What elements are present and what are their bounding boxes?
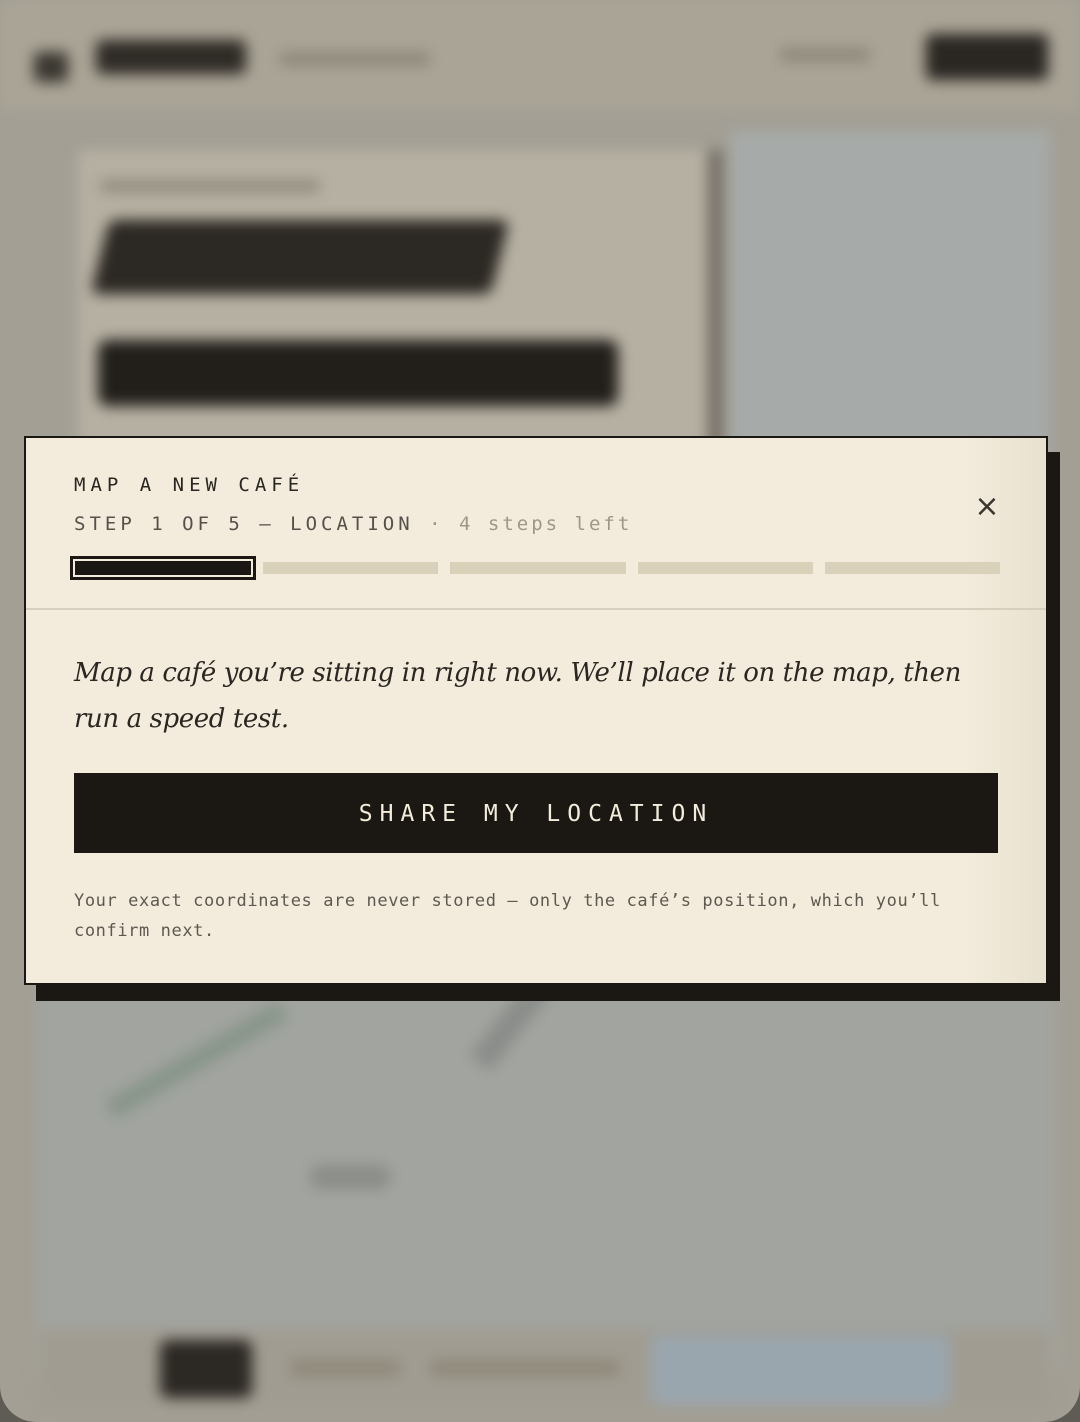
background-bottom-button — [160, 1340, 252, 1398]
background-hero-subtitle — [100, 180, 320, 192]
progress-segment-5 — [825, 562, 1000, 574]
step-label: STEP 1 OF 5 — LOCATION — [74, 513, 414, 535]
progress-segment-1 — [70, 556, 256, 580]
background-logo-wordmark — [96, 40, 246, 74]
background-map-label — [310, 1165, 390, 1189]
step-progress-bar — [70, 556, 1000, 580]
background-bottom-panel — [650, 1335, 950, 1405]
close-icon[interactable]: × — [972, 490, 1002, 524]
background-bottom-label — [290, 1360, 400, 1376]
share-location-button[interactable]: SHARE MY LOCATION — [74, 773, 998, 853]
background-search-bar — [98, 340, 618, 406]
modal-header: MAP A NEW CAFÉ STEP 1 OF 5 — LOCATION · … — [26, 438, 1046, 610]
progress-segment-3 — [450, 562, 626, 574]
background-bottom-label — [430, 1360, 620, 1376]
background-nav-button — [926, 34, 1048, 80]
modal-lead-text: Map a café you’re sitting in right now. … — [74, 658, 961, 734]
page: MAP A NEW CAFÉ STEP 1 OF 5 — LOCATION · … — [0, 0, 1080, 1422]
steps-remaining: 4 steps left — [459, 513, 633, 535]
step-separator: · — [429, 513, 444, 535]
background-nav-link — [780, 48, 870, 62]
progress-segment-2 — [263, 562, 438, 574]
step-indicator: STEP 1 OF 5 — LOCATION · 4 steps left — [74, 513, 632, 535]
map-cafe-modal: MAP A NEW CAFÉ STEP 1 OF 5 — LOCATION · … — [24, 436, 1048, 985]
background-hero-heading — [90, 220, 510, 294]
progress-segment-4 — [638, 562, 813, 574]
background-tagline — [280, 52, 430, 66]
background-map-area — [36, 990, 1056, 1370]
modal-eyebrow: MAP A NEW CAFÉ — [74, 474, 305, 496]
background-logo-icon — [34, 52, 68, 82]
privacy-note: Your exact coordinates are never stored … — [74, 891, 941, 941]
